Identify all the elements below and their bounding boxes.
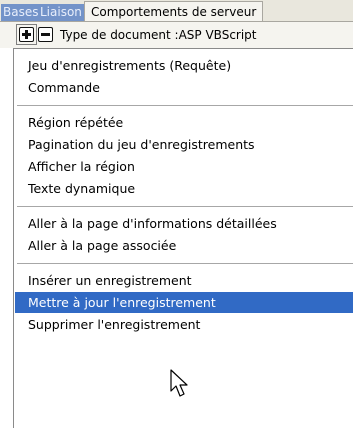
menu-item-repeat-region[interactable]: Région répétée [28,112,123,133]
menu-item-recordset[interactable]: Jeu d'enregistrements (Requête) [28,55,231,76]
panel-tabbar: Bases Liaison Comportements de serveur [0,0,353,22]
minus-icon[interactable] [38,27,53,42]
plus-icon[interactable] [16,24,37,45]
menu-separator [17,206,353,207]
menu-item-show-region[interactable]: Afficher la région [28,156,135,177]
menu-item-goto-related-page[interactable]: Aller à la page associée [28,235,176,256]
tab-comportements-de-serveur[interactable]: Comportements de serveur [84,1,264,22]
tab-bases[interactable]: Bases [1,4,41,21]
arrow-pointer-icon [170,369,188,397]
menu-item-recordset-paging[interactable]: Pagination du jeu d'enregistrements [28,134,255,155]
menu-item-update-record[interactable]: Mettre à jour l'enregistrement [15,292,353,313]
menu-item-delete-record[interactable]: Supprimer l'enregistrement [28,314,200,335]
tab-liaison[interactable]: Liaison [38,4,84,21]
document-type-label: Type de document :ASP VBScript [60,28,257,42]
menu-item-command[interactable]: Commande [28,77,100,98]
menu-item-dynamic-text[interactable]: Texte dynamique [28,178,135,199]
menu-separator [17,105,353,106]
server-behaviors-toolbar: Type de document :ASP VBScript [0,22,353,48]
menu-item-goto-detail-page[interactable]: Aller à la page d'informations détaillée… [28,213,277,234]
menu-item-insert-record[interactable]: Insérer un enregistrement [28,270,192,291]
menu-separator [17,263,353,264]
